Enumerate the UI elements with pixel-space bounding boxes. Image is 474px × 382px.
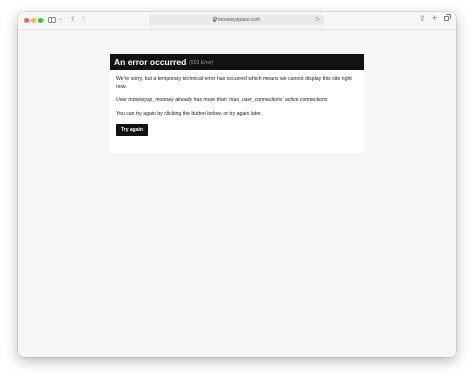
- address-bar[interactable]: mooneyspace.com ↻: [149, 15, 324, 25]
- chevron-right-icon[interactable]: ›: [82, 14, 85, 24]
- reload-icon[interactable]: ↻: [315, 16, 320, 23]
- browser-toolbar: ⌄ ‹ › mooneyspace.com ↻ ⇪ +: [18, 12, 456, 30]
- try-again-button[interactable]: Try again: [116, 124, 148, 137]
- tabs-overview-icon[interactable]: [444, 14, 451, 21]
- error-title: An error occurred: [114, 57, 187, 67]
- zoom-window-button[interactable]: [38, 18, 43, 23]
- chevron-down-icon[interactable]: ⌄: [58, 15, 63, 22]
- error-header: An error occurred (503 Error): [110, 54, 364, 70]
- share-icon[interactable]: ⇪: [419, 14, 426, 23]
- error-hint: You can try again by clicking the button…: [116, 110, 263, 117]
- sidebar-icon[interactable]: [48, 17, 56, 23]
- minimize-window-button[interactable]: [31, 18, 36, 23]
- plus-icon[interactable]: +: [432, 13, 437, 23]
- error-card: An error occurred (503 Error) We're sorr…: [110, 54, 364, 153]
- lock-icon: [213, 17, 217, 22]
- error-message: We're sorry, but a temporary technical e…: [116, 76, 352, 90]
- close-window-button[interactable]: [24, 18, 29, 23]
- page-viewport: An error occurred (503 Error) We're sorr…: [18, 30, 456, 357]
- error-detail: User mooneysp_mooney already has more th…: [116, 97, 328, 104]
- error-body: We're sorry, but a temporary technical e…: [110, 70, 364, 137]
- browser-window: ⌄ ‹ › mooneyspace.com ↻ ⇪ + An error occ…: [18, 12, 456, 357]
- url-text: mooneyspace.com: [218, 17, 260, 23]
- error-code: (503 Error): [189, 60, 214, 66]
- chevron-left-icon[interactable]: ‹: [71, 14, 74, 24]
